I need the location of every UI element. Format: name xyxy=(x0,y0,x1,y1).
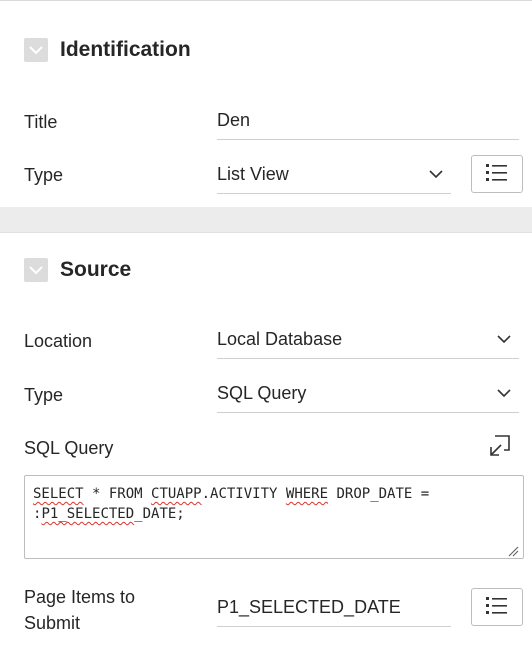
source-type-select-value: SQL Query xyxy=(217,383,307,403)
type-select[interactable]: List View xyxy=(217,156,451,194)
sql-token: WHERE xyxy=(285,486,329,502)
title-field[interactable]: Den xyxy=(217,102,519,140)
page-items-label-line-1: Page Items to xyxy=(24,587,136,607)
identification-title: Identification xyxy=(60,38,191,61)
title-label: Title xyxy=(24,112,58,132)
type-select-value: List View xyxy=(217,164,289,184)
sql-query-label: SQL Query xyxy=(24,438,114,458)
sql-token: _DATE; xyxy=(134,506,185,522)
type-label: Type xyxy=(24,165,64,185)
source-section-header[interactable]: Source xyxy=(0,247,532,293)
type-list-button[interactable] xyxy=(471,155,523,193)
property-editor-panel: Identification Title Den Type List View … xyxy=(0,0,532,646)
chevron-down-icon[interactable] xyxy=(24,38,48,62)
list-icon xyxy=(484,594,510,621)
source-title: Source xyxy=(60,258,132,281)
page-items-field[interactable]: P1_SELECTED_DATE xyxy=(217,589,451,627)
page-items-value: P1_SELECTED_DATE xyxy=(217,597,401,617)
page-items-label-line-2: Submit xyxy=(24,613,81,633)
location-select-value: Local Database xyxy=(217,329,343,349)
expand-icon[interactable] xyxy=(487,433,513,459)
chevron-down-icon[interactable] xyxy=(24,258,48,282)
chevron-down-icon[interactable] xyxy=(489,335,519,344)
source-type-select[interactable]: SQL Query xyxy=(217,375,519,413)
source-type-label: Type xyxy=(24,385,64,405)
location-select[interactable]: Local Database xyxy=(217,321,519,359)
sql-token: P1_SELECTED xyxy=(41,506,135,522)
chevron-down-icon[interactable] xyxy=(421,170,451,179)
sql-query-editor[interactable]: SELECT * FROM CTUAPP.ACTIVITY WHERE DROP… xyxy=(24,475,524,559)
identification-section-header[interactable]: Identification xyxy=(0,27,532,73)
resize-handle-icon[interactable] xyxy=(507,543,519,557)
sql-token: SELECT xyxy=(33,486,84,502)
title-value: Den xyxy=(217,110,251,130)
chevron-down-icon[interactable] xyxy=(489,389,519,398)
page-items-list-button[interactable] xyxy=(471,588,523,626)
sql-line-2: :P1_SELECTED_DATE; xyxy=(33,504,515,524)
sql-token: CTUAPP xyxy=(151,486,202,502)
sql-token: * FROM xyxy=(83,486,152,502)
section-divider xyxy=(0,207,532,233)
location-label: Location xyxy=(24,331,93,351)
list-icon xyxy=(484,161,510,188)
sql-line-1: SELECT * FROM CTUAPP.ACTIVITY WHERE DROP… xyxy=(33,484,515,504)
sql-token: DROP_DATE = xyxy=(328,486,430,502)
sql-token: .ACTIVITY xyxy=(201,486,286,502)
